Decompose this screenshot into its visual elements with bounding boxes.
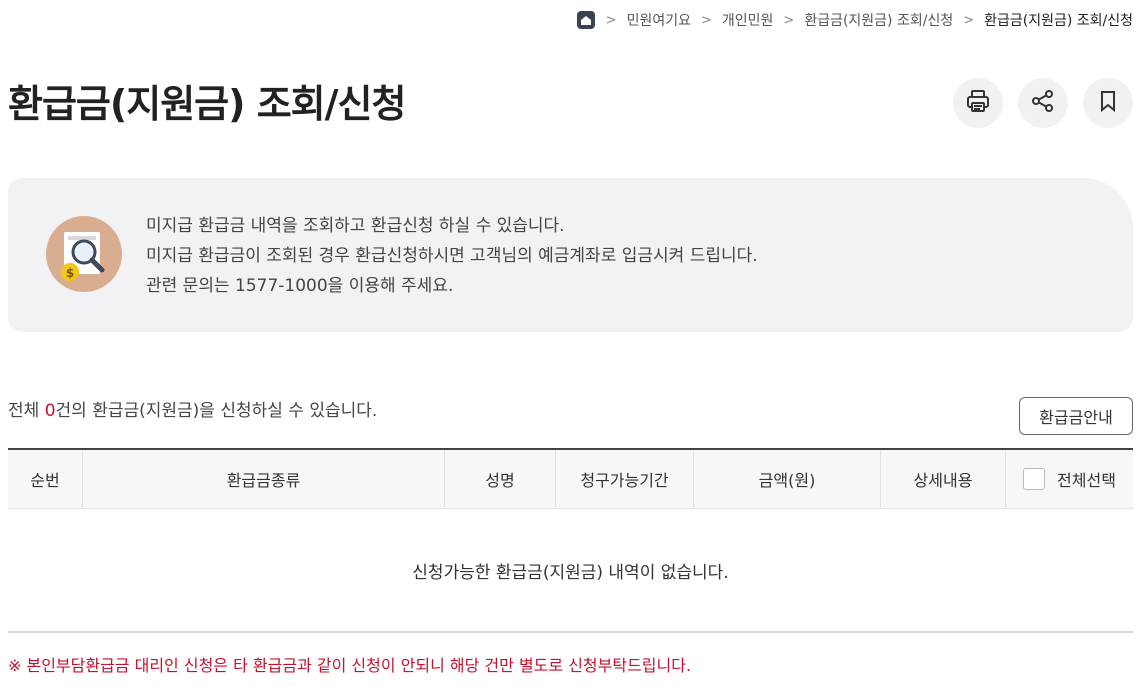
column-header-no: 순번	[8, 450, 83, 508]
info-line: 미지급 환급금이 조회된 경우 환급신청하시면 고객님의 예금계좌로 입금시켜 …	[146, 246, 758, 266]
select-all-cell: 전체선택	[1006, 450, 1133, 508]
refund-search-icon: $	[46, 216, 122, 292]
print-icon	[965, 88, 991, 118]
count-suffix: 건의 환급금(지원금)을 신청하실 수 있습니다.	[55, 401, 378, 421]
table-header: 순번 환급금종류 성명 청구가능기간 금액(원) 상세내용 전체선택	[8, 450, 1133, 509]
home-icon[interactable]	[576, 10, 596, 30]
select-all-checkbox[interactable]	[1023, 468, 1046, 490]
print-button[interactable]	[953, 78, 1003, 128]
info-line: 관련 문의는 1577-1000을 이용해 주세요.	[146, 276, 454, 296]
chevron-right-icon: >	[963, 12, 975, 28]
refund-count: 0	[44, 401, 56, 421]
refund-table: 순번 환급금종류 성명 청구가능기간 금액(원) 상세내용 전체선택 신청가능한…	[8, 448, 1133, 633]
chevron-right-icon: >	[783, 12, 795, 28]
column-header-amount: 금액(원)	[694, 450, 881, 508]
svg-text:$: $	[66, 266, 74, 280]
info-line: 미지급 환급금 내역을 조회하고 환급신청 하실 수 있습니다.	[146, 216, 565, 236]
select-all-label[interactable]: 전체선택	[1057, 467, 1116, 491]
breadcrumb-item-personal[interactable]: 개인민원	[722, 10, 774, 30]
empty-message: 신청가능한 환급금(지원금) 내역이 없습니다.	[8, 509, 1133, 633]
proxy-notice: ※ 본인부담환급금 대리인 신청은 타 환급금과 같이 신청이 안되니 해당 건…	[8, 656, 692, 675]
info-box: $ 미지급 환급금 내역을 조회하고 환급신청 하실 수 있습니다. 미지급 환…	[8, 178, 1133, 332]
chevron-right-icon: >	[700, 12, 712, 28]
breadcrumb-item-refund[interactable]: 환급금(지원금) 조회/신청	[804, 10, 953, 30]
share-icon	[1030, 88, 1056, 118]
info-text: 미지급 환급금 내역을 조회하고 환급신청 하실 수 있습니다. 미지급 환급금…	[146, 211, 758, 301]
breadcrumb: > 민원여기요 > 개인민원 > 환급금(지원금) 조회/신청 > 환급금(지원…	[576, 8, 1133, 32]
chevron-right-icon: >	[605, 12, 617, 28]
breadcrumb-item-minwon[interactable]: 민원여기요	[627, 10, 691, 30]
share-button[interactable]	[1018, 78, 1068, 128]
count-prefix: 전체	[8, 401, 45, 421]
column-header-type: 환급금종류	[83, 450, 445, 508]
column-header-period: 청구가능기간	[556, 450, 694, 508]
bookmark-button[interactable]	[1083, 78, 1133, 128]
page-tools	[953, 78, 1133, 128]
page-title: 환급금(지원금) 조회/신청	[8, 82, 406, 126]
column-header-detail: 상세내용	[881, 450, 1006, 508]
refund-guide-button[interactable]: 환급금안내	[1019, 397, 1133, 435]
bookmark-icon	[1096, 89, 1120, 117]
column-header-name: 성명	[445, 450, 556, 508]
breadcrumb-current: 환급금(지원금) 조회/신청	[984, 13, 1133, 29]
refund-count-summary: 전체 0건의 환급금(지원금)을 신청하실 수 있습니다.	[8, 396, 377, 421]
